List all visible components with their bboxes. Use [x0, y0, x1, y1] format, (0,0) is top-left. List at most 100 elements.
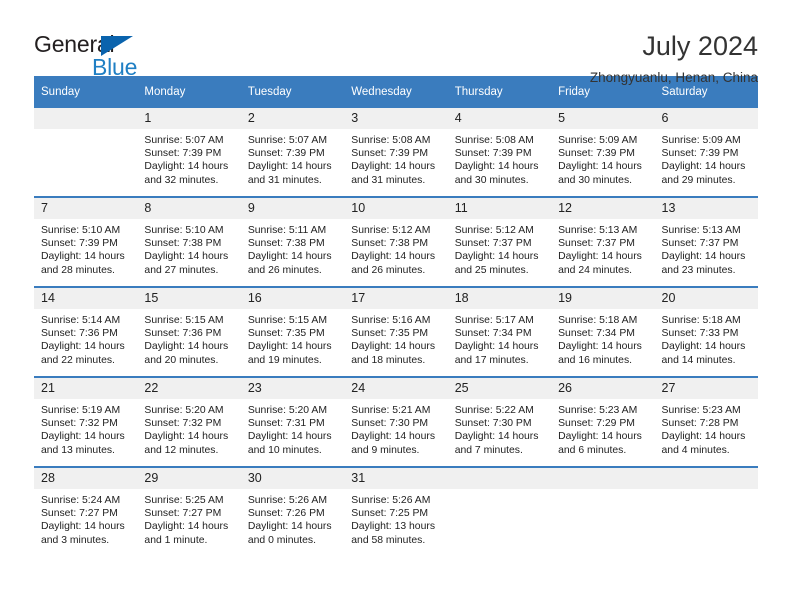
sunrise-text: Sunrise: 5:21 AM — [351, 405, 431, 416]
calendar-day-cell[interactable]: 30 Sunrise: 5:26 AM Sunset: 7:26 PM Dayligh… — [240, 466, 345, 556]
calendar-day-cell[interactable]: 31 Sunrise: 5:26 AM Sunset: 7:25 PM Dayligh… — [344, 466, 448, 556]
calendar-day-cell[interactable]: 17 Sunrise: 5:16 AM Sunset: 7:35 PM Dayligh… — [344, 286, 448, 377]
daylight-text-line2: and 10 minutes. — [247, 444, 322, 456]
daylight-text-line2: and 0 minutes. — [247, 534, 317, 546]
calendar-day-cell[interactable]: 25 Sunrise: 5:22 AM Sunset: 7:30 PM Dayligh… — [447, 376, 552, 467]
calendar-day-cell[interactable]: 24 Sunrise: 5:21 AM Sunset: 7:30 PM Dayligh… — [344, 376, 448, 467]
daylight-text-line2: and 19 minutes. — [247, 354, 322, 366]
day-details: Sunrise: 5:08 AM Sunset: 7:39 PM Daylight:… — [344, 129, 447, 187]
day-cell-content: 15 Sunrise: 5:15 AM Sunset: 7:36 PM Dayligh… — [137, 288, 241, 376]
day-details: Sunrise: 5:25 AM Sunset: 7:27 PM Daylight:… — [137, 489, 240, 547]
calendar-body: 1 Sunrise: 5:07 AM Sunset: 7:39 PM Daylight… — [34, 108, 758, 556]
calendar-day-cell[interactable]: 12 Sunrise: 5:13 AM Sunset: 7:37 PM Dayligh… — [551, 196, 655, 287]
calendar-day-cell[interactable]: 20 Sunrise: 5:18 AM Sunset: 7:33 PM Dayligh… — [654, 286, 758, 377]
calendar-day-cell[interactable]: 29 Sunrise: 5:25 AM Sunset: 7:27 PM Dayligh… — [137, 466, 241, 556]
sunrise-text: Sunrise: 5:07 AM — [247, 135, 327, 146]
day-details: Sunrise: 5:18 AM Sunset: 7:33 PM Daylight:… — [655, 309, 758, 367]
daylight-text-line1: Daylight: 14 hours — [247, 341, 332, 353]
calendar-day-cell[interactable]: 19 Sunrise: 5:18 AM Sunset: 7:34 PM Dayligh… — [551, 286, 655, 377]
sunset-text: Sunset: 7:39 PM — [144, 148, 222, 160]
logo-text-general: General — [34, 31, 115, 57]
calendar-day-cell[interactable]: 15 Sunrise: 5:15 AM Sunset: 7:36 PM Dayligh… — [137, 286, 241, 377]
calendar-day-cell[interactable]: 10 Sunrise: 5:12 AM Sunset: 7:38 PM Dayligh… — [344, 196, 448, 287]
calendar-day-cell[interactable]: 11 Sunrise: 5:12 AM Sunset: 7:37 PM Dayligh… — [447, 196, 552, 287]
day-number — [654, 468, 758, 489]
daylight-text-line1: Daylight: 14 hours — [661, 431, 746, 443]
calendar-day-cell[interactable]: 4 Sunrise: 5:08 AM Sunset: 7:39 PM Daylight… — [447, 108, 552, 197]
day-details: Sunrise: 5:12 AM Sunset: 7:37 PM Daylight:… — [448, 219, 551, 277]
calendar-day-cell[interactable]: 2 Sunrise: 5:07 AM Sunset: 7:39 PM Daylight… — [240, 108, 345, 197]
day-details: Sunrise: 5:13 AM Sunset: 7:37 PM Daylight:… — [551, 219, 654, 277]
day-details: Sunrise: 5:16 AM Sunset: 7:35 PM Daylight:… — [344, 309, 447, 367]
day-number: 20 — [654, 288, 758, 309]
day-number: 16 — [240, 288, 345, 309]
calendar-day-cell[interactable]: 8 Sunrise: 5:10 AM Sunset: 7:38 PM Daylight… — [137, 196, 241, 287]
daylight-text-line1: Daylight: 14 hours — [351, 431, 436, 443]
daylight-text-line2: and 32 minutes. — [144, 174, 219, 186]
calendar-day-cell[interactable]: 26 Sunrise: 5:23 AM Sunset: 7:29 PM Dayligh… — [551, 376, 655, 467]
calendar-day-cell[interactable]: 28 Sunrise: 5:24 AM Sunset: 7:27 PM Dayligh… — [34, 466, 138, 556]
daylight-text-line2: and 28 minutes. — [41, 264, 115, 276]
day-number: 21 — [34, 378, 138, 399]
day-details: Sunrise: 5:24 AM Sunset: 7:27 PM Daylight:… — [34, 489, 137, 547]
calendar-day-cell[interactable]: 7 Sunrise: 5:10 AM Sunset: 7:39 PM Daylight… — [34, 196, 138, 287]
calendar-table: Sunday Monday Tuesday Wednesday Thursday… — [34, 76, 758, 556]
sunrise-text: Sunrise: 5:07 AM — [144, 135, 224, 146]
day-cell-content: 28 Sunrise: 5:24 AM Sunset: 7:27 PM Dayligh… — [34, 468, 138, 556]
day-cell-content: 16 Sunrise: 5:15 AM Sunset: 7:35 PM Dayligh… — [240, 288, 345, 376]
general-blue-logo[interactable]: General Blue — [34, 30, 164, 80]
weekday-header-thursday: Thursday — [447, 76, 552, 108]
calendar-day-cell[interactable]: 14 Sunrise: 5:14 AM Sunset: 7:36 PM Dayligh… — [34, 286, 138, 377]
day-number: 9 — [240, 198, 345, 219]
daylight-text-line1: Daylight: 14 hours — [247, 161, 332, 173]
calendar-day-cell[interactable]: 27 Sunrise: 5:23 AM Sunset: 7:28 PM Dayligh… — [654, 376, 758, 467]
page-title: July 2024 — [642, 31, 758, 61]
daylight-text-line2: and 14 minutes. — [661, 354, 736, 366]
sunset-text: Sunset: 7:36 PM — [41, 328, 118, 340]
calendar-day-cell[interactable]: 13 Sunrise: 5:13 AM Sunset: 7:37 PM Dayligh… — [654, 196, 758, 287]
day-cell-content: 11 Sunrise: 5:12 AM Sunset: 7:37 PM Dayligh… — [447, 198, 552, 286]
calendar-day-cell[interactable]: 21 Sunrise: 5:19 AM Sunset: 7:32 PM Dayligh… — [34, 376, 138, 467]
day-number: 10 — [344, 198, 448, 219]
day-cell-content: 23 Sunrise: 5:20 AM Sunset: 7:31 PM Dayligh… — [240, 378, 345, 466]
day-number: 6 — [654, 108, 758, 129]
calendar-day-cell[interactable]: 18 Sunrise: 5:17 AM Sunset: 7:34 PM Dayligh… — [447, 286, 552, 377]
daylight-text-line2: and 30 minutes. — [454, 174, 529, 186]
daylight-text-line1: Daylight: 14 hours — [41, 431, 125, 443]
day-cell-content — [654, 468, 758, 556]
day-details: Sunrise: 5:20 AM Sunset: 7:32 PM Daylight:… — [137, 399, 240, 457]
calendar-day-cell[interactable]: 3 Sunrise: 5:08 AM Sunset: 7:39 PM Daylight… — [344, 108, 448, 197]
calendar-day-cell[interactable]: 16 Sunrise: 5:15 AM Sunset: 7:35 PM Dayligh… — [240, 286, 345, 377]
day-details: Sunrise: 5:20 AM Sunset: 7:31 PM Daylight:… — [241, 399, 344, 457]
day-number: 18 — [447, 288, 552, 309]
calendar-day-cell[interactable]: 23 Sunrise: 5:20 AM Sunset: 7:31 PM Dayligh… — [240, 376, 345, 467]
sunrise-text: Sunrise: 5:15 AM — [144, 315, 224, 326]
weekday-header-tuesday: Tuesday — [240, 76, 345, 108]
daylight-text-line2: and 27 minutes. — [144, 264, 219, 276]
daylight-text-line1: Daylight: 14 hours — [454, 161, 539, 173]
sunset-text: Sunset: 7:27 PM — [41, 508, 118, 520]
daylight-text-line1: Daylight: 14 hours — [144, 431, 229, 443]
day-number: 8 — [137, 198, 241, 219]
sunrise-text: Sunrise: 5:22 AM — [454, 405, 534, 416]
sunrise-text: Sunrise: 5:16 AM — [351, 315, 431, 326]
sunset-text: Sunset: 7:36 PM — [144, 328, 222, 340]
calendar-day-cell[interactable]: 6 Sunrise: 5:09 AM Sunset: 7:39 PM Daylight… — [654, 108, 758, 197]
day-cell-content: 19 Sunrise: 5:18 AM Sunset: 7:34 PM Dayligh… — [551, 288, 655, 376]
daylight-text-line2: and 58 minutes. — [351, 534, 426, 546]
sunset-text: Sunset: 7:39 PM — [351, 148, 429, 160]
day-cell-content: 7 Sunrise: 5:10 AM Sunset: 7:39 PM Daylight… — [34, 198, 138, 286]
sunset-text: Sunset: 7:28 PM — [661, 418, 739, 430]
day-cell-content: 13 Sunrise: 5:13 AM Sunset: 7:37 PM Dayligh… — [654, 198, 758, 286]
sunrise-text: Sunrise: 5:11 AM — [247, 225, 327, 236]
calendar-day-cell[interactable]: 1 Sunrise: 5:07 AM Sunset: 7:39 PM Daylight… — [137, 108, 241, 197]
sunrise-text: Sunrise: 5:13 AM — [661, 225, 741, 236]
calendar-day-cell[interactable]: 9 Sunrise: 5:11 AM Sunset: 7:38 PM Daylight… — [240, 196, 345, 287]
calendar-day-cell[interactable]: 5 Sunrise: 5:09 AM Sunset: 7:39 PM Daylight… — [551, 108, 655, 197]
sunrise-text: Sunrise: 5:19 AM — [41, 405, 121, 416]
logo-text-blue: Blue — [92, 54, 138, 80]
sunrise-text: Sunrise: 5:26 AM — [247, 495, 327, 506]
day-number: 19 — [551, 288, 655, 309]
calendar-day-cell[interactable]: 22 Sunrise: 5:20 AM Sunset: 7:32 PM Dayligh… — [137, 376, 241, 467]
sunset-text: Sunset: 7:39 PM — [661, 148, 739, 160]
